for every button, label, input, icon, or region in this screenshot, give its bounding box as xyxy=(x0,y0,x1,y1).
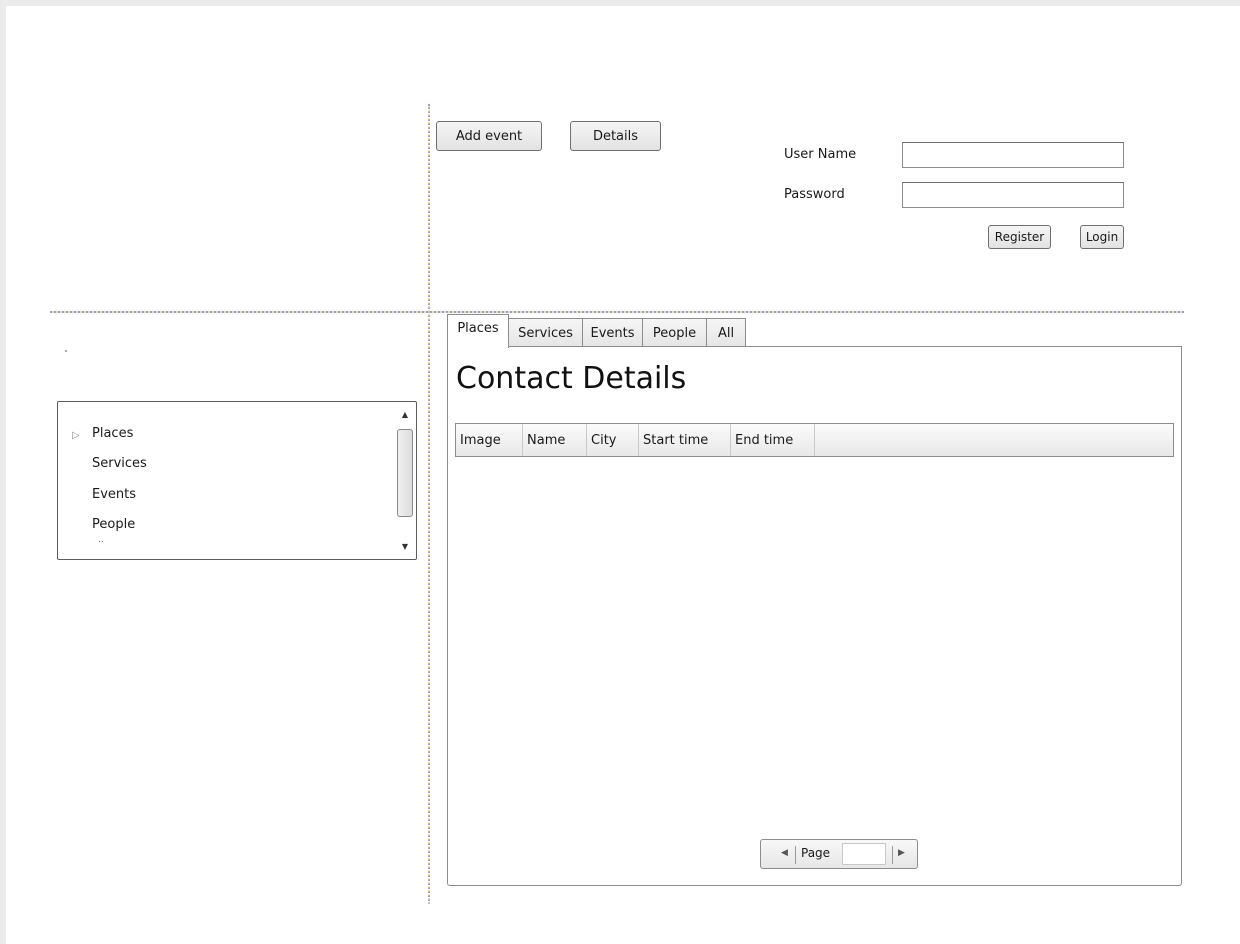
stray-dot xyxy=(65,350,67,352)
tree-item-people[interactable]: People xyxy=(92,517,135,532)
username-label: User Name xyxy=(784,147,857,162)
column-header-end-time[interactable]: End time xyxy=(731,424,815,456)
column-header-start-time[interactable]: Start time xyxy=(639,424,731,456)
expand-arrow-icon[interactable]: ▷ xyxy=(72,430,80,441)
pager-divider xyxy=(892,846,893,864)
scroll-up-icon[interactable]: ▲ xyxy=(396,405,414,423)
tab-events[interactable]: Events xyxy=(582,318,643,348)
vertical-grid-splitter[interactable] xyxy=(428,104,430,904)
tab-panel: Contact Details Image Name City Start ti… xyxy=(447,346,1182,886)
tree-scrollbar[interactable]: ▲ ▼ xyxy=(396,404,414,557)
app-window: Add event Details User Name Password Reg… xyxy=(6,6,1240,944)
add-event-button[interactable]: Add event xyxy=(436,121,542,151)
column-header-image[interactable]: Image xyxy=(456,424,523,456)
data-grid-header: Image Name City Start time End time xyxy=(455,423,1174,457)
scroll-thumb[interactable] xyxy=(397,429,413,517)
pager-divider xyxy=(795,846,796,864)
details-button[interactable]: Details xyxy=(570,121,661,151)
tab-services[interactable]: Services xyxy=(508,318,583,348)
tab-people[interactable]: People xyxy=(642,318,707,348)
category-tree[interactable]: ▷ Places Services Events People .. ▲ ▼ xyxy=(57,401,417,560)
pager: ◀ Page ▶ xyxy=(760,839,918,869)
tree-item-events[interactable]: Events xyxy=(92,487,136,502)
password-field[interactable] xyxy=(902,182,1124,208)
login-button[interactable]: Login xyxy=(1080,225,1124,249)
scroll-down-icon[interactable]: ▼ xyxy=(396,537,414,555)
page-label: Page xyxy=(801,846,831,860)
page-title: Contact Details xyxy=(456,361,687,396)
tree-item-places[interactable]: Places xyxy=(92,426,133,441)
horizontal-grid-splitter[interactable] xyxy=(50,311,1184,313)
password-label: Password xyxy=(784,187,845,202)
column-header-name[interactable]: Name xyxy=(523,424,587,456)
page-number-input[interactable] xyxy=(842,843,886,865)
tab-places[interactable]: Places xyxy=(447,314,509,348)
previous-page-icon[interactable]: ◀ xyxy=(781,848,788,858)
tab-all[interactable]: All xyxy=(706,318,746,348)
next-page-icon[interactable]: ▶ xyxy=(898,848,905,858)
register-button[interactable]: Register xyxy=(988,225,1051,249)
column-header-city[interactable]: City xyxy=(587,424,639,456)
tree-overflow-dots: .. xyxy=(98,535,104,545)
tree-item-services[interactable]: Services xyxy=(92,456,147,471)
username-field[interactable] xyxy=(902,142,1124,168)
